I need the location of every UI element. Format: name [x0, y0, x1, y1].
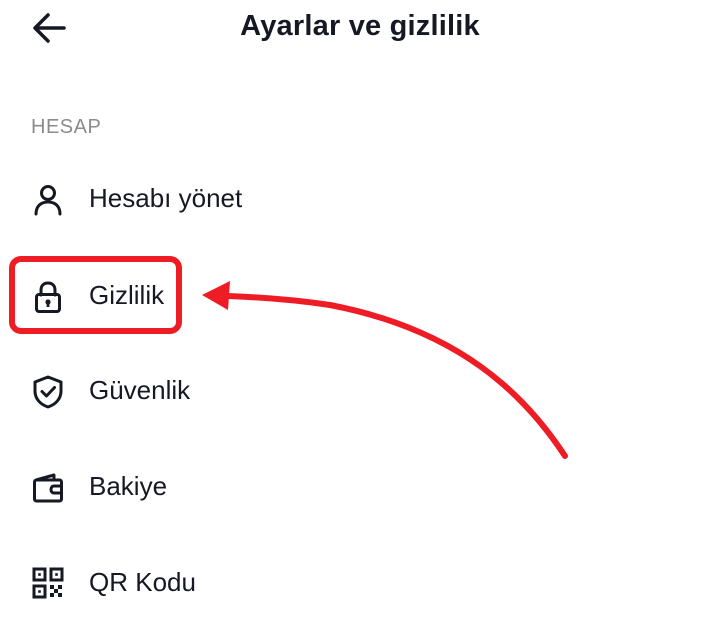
menu-item-manage-account[interactable]: Hesabı yönet [0, 168, 720, 228]
section-header-account: HESAP [31, 116, 102, 138]
menu-item-balance[interactable]: Bakiye [0, 456, 720, 516]
menu-item-label: Hesabı yönet [89, 183, 243, 213]
menu-item-security[interactable]: Güvenlik [0, 360, 720, 420]
shield-check-icon [30, 374, 66, 410]
settings-page: Ayarlar ve gizlilik HESAP Hesabı yönet G… [0, 0, 720, 620]
menu-item-label: Bakiye [89, 471, 168, 501]
top-bar: Ayarlar ve gizlilik [0, 0, 720, 60]
page-title: Ayarlar ve gizlilik [240, 10, 480, 42]
highlight-box [9, 256, 182, 334]
menu-item-qr-code[interactable]: QR Kodu [0, 552, 720, 612]
person-icon [30, 182, 66, 218]
menu-item-label: Güvenlik [89, 375, 191, 405]
wallet-icon [30, 470, 66, 506]
menu-item-label: QR Kodu [89, 567, 196, 597]
qr-code-icon [30, 566, 66, 602]
